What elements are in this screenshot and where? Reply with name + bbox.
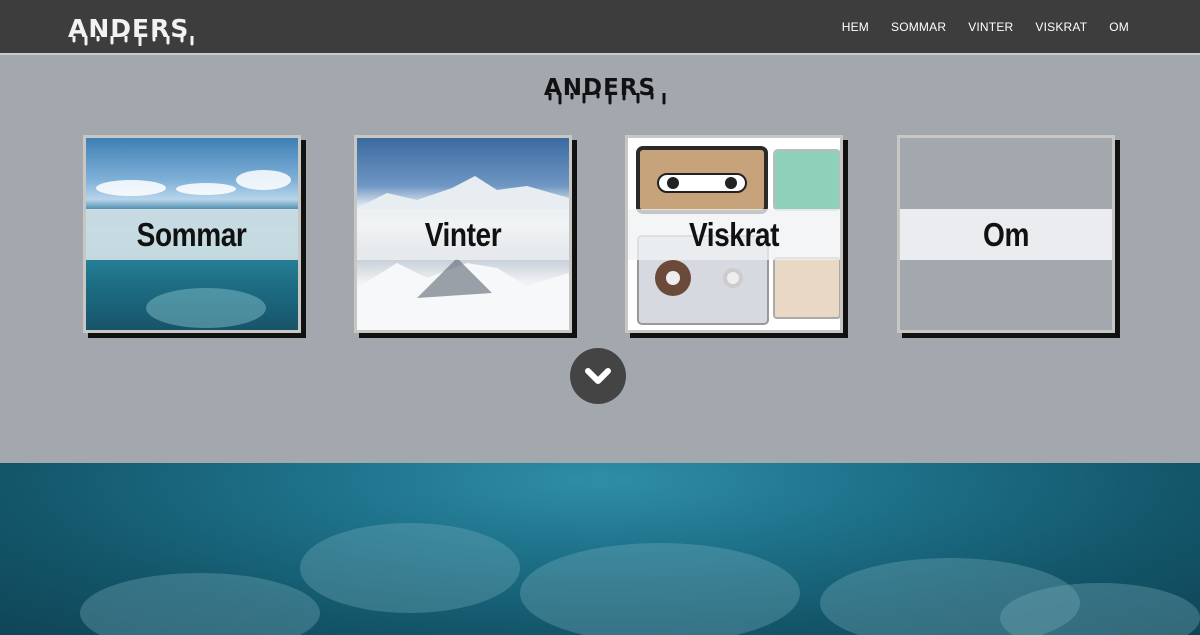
nav-link-om[interactable]: OM	[1109, 20, 1129, 34]
card-om[interactable]: Om	[897, 135, 1115, 333]
card-label-band: Sommar	[86, 209, 298, 260]
card-label: Viskrat	[688, 215, 780, 253]
nav-link-sommar[interactable]: SOMMAR	[891, 20, 946, 34]
nav-link-viskrat[interactable]: VISKRAT	[1035, 20, 1087, 34]
hero-title-text: ANDERS	[544, 75, 666, 105]
chevron-down-icon	[585, 368, 611, 384]
site-logo[interactable]: ANDERS	[68, 14, 194, 46]
card-label: Om	[983, 215, 1029, 253]
top-navbar: ANDERS HEM SOMMAR VINTER VISKRAT OM	[0, 0, 1200, 55]
drip-decoration-icon	[548, 93, 666, 105]
card-label: Sommar	[137, 215, 247, 253]
underwater-background	[0, 463, 1200, 635]
card-label-band: Vinter	[357, 209, 569, 260]
card-sommar[interactable]: Sommar	[83, 135, 301, 333]
card-label-band: Viskrat	[628, 209, 840, 260]
card-vinter[interactable]: Vinter	[354, 135, 572, 333]
drip-decoration-icon	[72, 36, 194, 46]
hero-title: ANDERS	[0, 75, 1200, 105]
main-nav: HEM SOMMAR VINTER VISKRAT OM	[842, 20, 1129, 34]
nav-link-hem[interactable]: HEM	[842, 20, 869, 34]
card-viskrat[interactable]: Viskrat	[625, 135, 843, 333]
scroll-down-button[interactable]	[570, 348, 626, 404]
nav-link-vinter[interactable]: VINTER	[968, 20, 1013, 34]
card-label: Vinter	[424, 215, 502, 253]
card-label-band: Om	[900, 209, 1112, 260]
